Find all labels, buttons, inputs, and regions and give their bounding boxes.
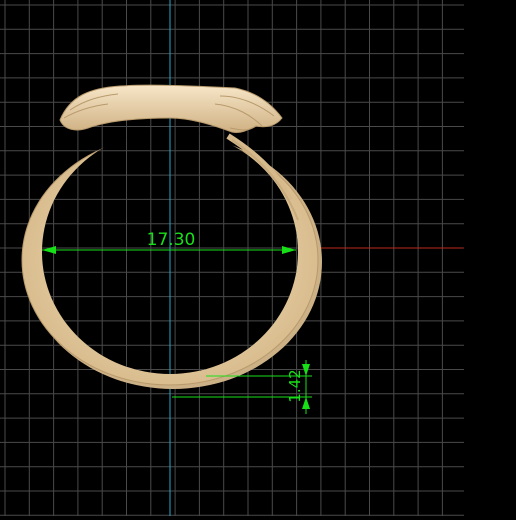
diameter-value-label: 17.30 xyxy=(147,230,196,250)
cad-viewport[interactable]: 17.30 1.42 xyxy=(0,0,516,516)
viewport-canvas[interactable]: 17.30 1.42 xyxy=(0,0,516,516)
thickness-value-label: 1.42 xyxy=(286,369,304,402)
